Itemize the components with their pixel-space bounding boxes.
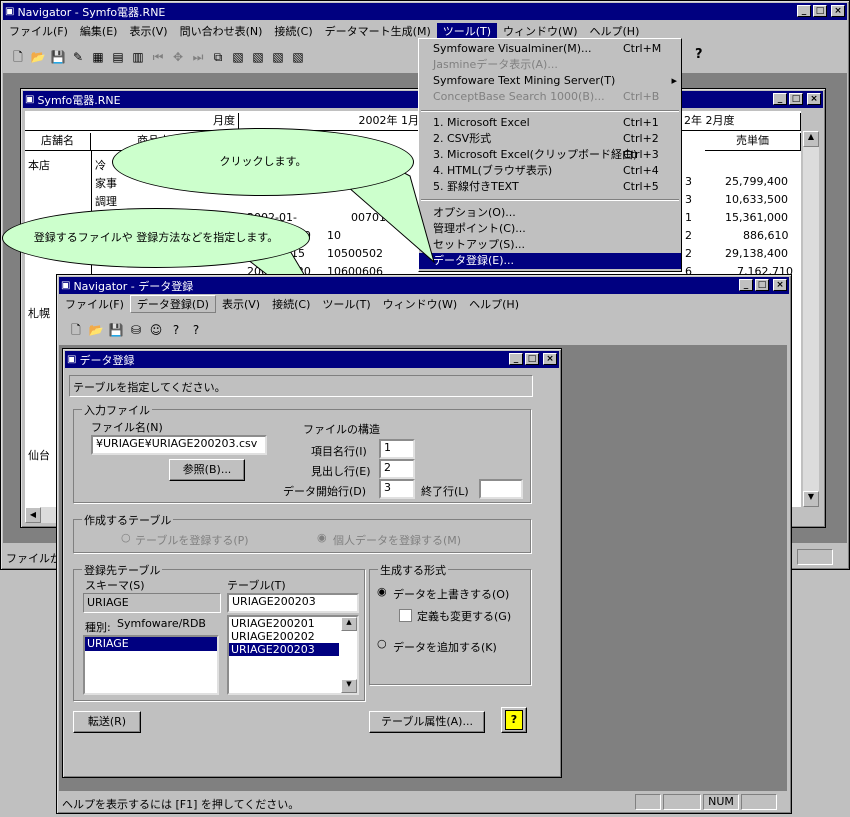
table-list[interactable]: URIAGE200201 URIAGE200202 URIAGE200203 ▲… xyxy=(227,615,359,695)
end-row-label: 終了行(L) xyxy=(421,485,469,498)
status-pane xyxy=(741,794,777,810)
table-input[interactable]: URIAGE200203 xyxy=(227,593,359,613)
file-name-input[interactable]: ¥URIAGE¥URIAGE200203.csv xyxy=(91,435,267,455)
schema-display: URIAGE xyxy=(83,593,221,613)
radio-overwrite-label[interactable]: データを上書きする(O) xyxy=(393,586,509,602)
reg-menu-window[interactable]: ウィンドウ(W) xyxy=(377,296,463,312)
reg-menu-file[interactable]: ファイル(F) xyxy=(59,296,130,312)
reg-new-icon[interactable]: 🗋 xyxy=(67,321,85,339)
reg-toolbar: 🗋 📂 💾 ⛁ ☺ ? ? xyxy=(67,319,267,341)
list-scroll-down-button[interactable]: ▼ xyxy=(341,679,357,693)
schema-list[interactable]: URIAGE xyxy=(83,635,219,695)
item-row-input[interactable]: 1 xyxy=(379,439,415,459)
header-row-label: 見出し行(E) xyxy=(311,465,371,478)
help-question-icon: ? xyxy=(505,710,523,730)
table-attr-button[interactable]: テーブル属性(A)... xyxy=(369,711,485,733)
schema-value: URIAGE xyxy=(87,596,129,609)
reg-status-help: ヘルプを表示するには [F1] を押してください。 xyxy=(62,798,300,811)
end-row-input[interactable] xyxy=(479,479,523,499)
callout-specify: 登録するファイルや 登録方法などを指定します。 xyxy=(2,208,310,268)
data-start-input[interactable]: 3 xyxy=(379,479,415,499)
file-name-label: ファイル名(N) xyxy=(91,421,163,434)
transfer-button[interactable]: 転送(R) xyxy=(73,711,141,733)
callout-click-text: クリックします。 xyxy=(219,155,307,168)
radio-append-label[interactable]: データを追加する(K) xyxy=(393,639,497,655)
check-def-box[interactable] xyxy=(399,609,412,622)
status-pane xyxy=(663,794,701,810)
reg-dialog-title: データ登録 xyxy=(79,353,135,367)
reg-menu-register[interactable]: データ登録(D) xyxy=(129,295,216,313)
radio-personal-icon[interactable]: ◉ xyxy=(317,531,327,544)
table-label: テーブル(T) xyxy=(227,579,286,592)
radio-overwrite-icon[interactable]: ◉ xyxy=(377,585,387,598)
radio-personal-label[interactable]: 個人データを登録する(M) xyxy=(333,532,461,548)
table-list-item[interactable]: URIAGE200201 xyxy=(229,617,357,630)
radio-table-label[interactable]: テーブルを登録する(P) xyxy=(135,532,249,548)
reg-app-icon: ▣ xyxy=(61,280,71,291)
reg-menu-tools[interactable]: ツール(T) xyxy=(316,296,376,312)
schema-label: スキーマ(S) xyxy=(85,579,145,592)
dlg-minimize-button[interactable]: _ xyxy=(509,353,523,365)
message-bar: テーブルを指定してください。 xyxy=(69,375,533,397)
schema-list-item[interactable]: URIAGE xyxy=(85,637,217,651)
reg-dialog: ▣ データ登録 _ □ × テーブルを指定してください。 入力ファイル ファイル… xyxy=(62,348,562,778)
kind-label: 種別: xyxy=(85,621,111,634)
callout-click: クリックします。 xyxy=(112,128,414,196)
structure-label: ファイルの構造 xyxy=(303,423,380,436)
message-text: テーブルを指定してください。 xyxy=(73,381,226,394)
callout-specify-text: 登録するファイルや 登録方法などを指定します。 xyxy=(33,231,279,244)
reg-maximize-button[interactable]: □ xyxy=(755,279,769,291)
reg-connect-icon[interactable]: ⛁ xyxy=(127,321,145,339)
input-file-label: 入力ファイル xyxy=(82,402,152,418)
reg-close-button[interactable]: × xyxy=(773,279,787,291)
reg-app-title: Navigator - データ登録 xyxy=(73,279,194,293)
format-label: 生成する形式 xyxy=(378,562,448,578)
reg-dialog-icon: ▣ xyxy=(67,354,77,365)
status-num-text: NUM xyxy=(708,795,734,808)
radio-append-icon[interactable]: ○ xyxy=(377,637,387,650)
list-scroll-up-button[interactable]: ▲ xyxy=(341,617,357,631)
data-start-label: データ開始行(D) xyxy=(283,485,367,498)
reg-menu-help[interactable]: ヘルプ(H) xyxy=(463,296,525,312)
reg-menubar: ファイル(F) データ登録(D) 表示(V) 接続(C) ツール(T) ウィンド… xyxy=(59,295,789,313)
reg-help-pointer-icon[interactable]: ? xyxy=(187,321,205,339)
header-row-input[interactable]: 2 xyxy=(379,459,415,479)
reg-menu-connect[interactable]: 接続(C) xyxy=(266,296,316,312)
dlg-maximize-button[interactable]: □ xyxy=(525,353,539,365)
check-def-label[interactable]: 定義も変更する(G) xyxy=(417,608,511,624)
reg-menu-view[interactable]: 表示(V) xyxy=(216,296,266,312)
reg-open-icon[interactable]: 📂 xyxy=(87,321,105,339)
reg-statusbar: ヘルプを表示するには [F1] を押してください。 NUM xyxy=(59,793,789,811)
reg-app-titlebar[interactable]: ▣ Navigator - データ登録 _ □ × xyxy=(59,277,789,294)
radio-table-icon[interactable]: ○ xyxy=(121,531,131,544)
table-list-item[interactable]: URIAGE200202 xyxy=(229,630,357,643)
table-list-item[interactable]: URIAGE200203 xyxy=(229,643,339,656)
dlg-close-button[interactable]: × xyxy=(543,353,557,365)
create-table-label: 作成するテーブル xyxy=(82,512,174,528)
item-row-label: 項目名行(I) xyxy=(311,445,367,458)
reg-user-icon[interactable]: ☺ xyxy=(147,321,165,339)
reg-dialog-titlebar[interactable]: ▣ データ登録 _ □ × xyxy=(65,351,559,368)
browse-button[interactable]: 参照(B)... xyxy=(169,459,245,481)
reg-save-icon[interactable]: 💾 xyxy=(107,321,125,339)
kind-value: Symfoware/RDB xyxy=(117,617,206,630)
status-num: NUM xyxy=(703,794,739,810)
help-button[interactable]: ? xyxy=(501,707,527,733)
reg-help-icon[interactable]: ? xyxy=(167,321,185,339)
dest-table-label: 登録先テーブル xyxy=(82,562,163,578)
status-pane xyxy=(635,794,661,810)
reg-minimize-button[interactable]: _ xyxy=(739,279,753,291)
